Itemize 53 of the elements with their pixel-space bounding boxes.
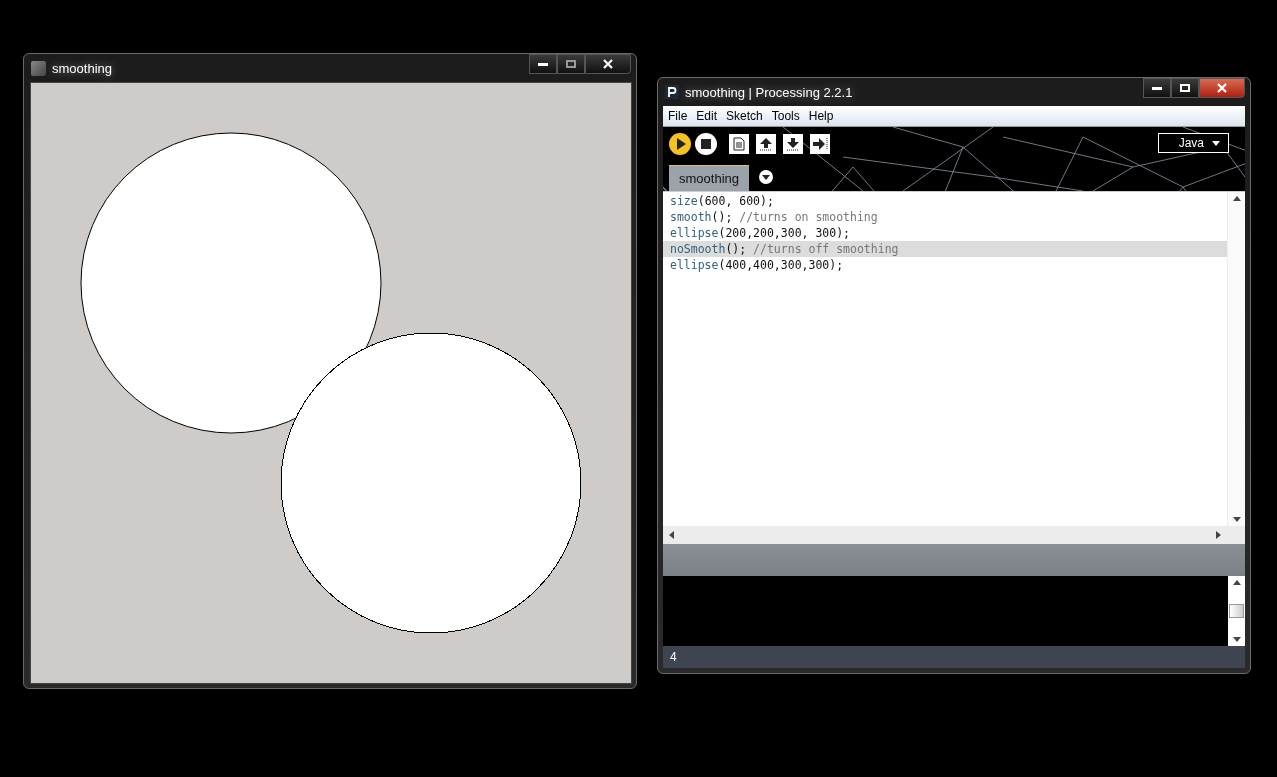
console-scrollbar[interactable] xyxy=(1228,576,1245,646)
play-icon xyxy=(676,138,686,150)
close-icon xyxy=(1217,83,1227,93)
code-line: ellipse(200,200,300, 300); xyxy=(669,225,852,241)
maximize-button[interactable] xyxy=(1171,78,1199,98)
right-arrow-icon xyxy=(812,137,828,151)
window-title: smoothing | Processing 2.2.1 xyxy=(685,84,853,100)
menu-item[interactable]: File xyxy=(668,109,688,123)
close-icon xyxy=(603,59,613,69)
code-line: ellipse(400,400,300,300); xyxy=(669,257,845,273)
menu-item[interactable]: Tools xyxy=(771,109,800,123)
window-title: smoothing xyxy=(52,60,112,76)
minimize-button[interactable] xyxy=(529,54,557,74)
scrollbar-thumb[interactable] xyxy=(1229,604,1244,618)
window-icon xyxy=(31,60,46,76)
sketch-tab[interactable]: smoothing xyxy=(669,165,749,191)
maximize-button[interactable] xyxy=(557,54,585,74)
scroll-left-icon[interactable] xyxy=(669,531,674,539)
scroll-down-icon[interactable] xyxy=(1232,517,1241,522)
code-line: smooth(); //turns on smoothing xyxy=(669,209,879,225)
run-button[interactable] xyxy=(669,133,691,155)
up-arrow-icon xyxy=(759,137,773,151)
new-file-button[interactable] xyxy=(729,134,749,154)
export-button[interactable] xyxy=(810,134,830,154)
caret-icon xyxy=(1212,140,1220,146)
document-icon xyxy=(733,137,745,151)
maximize-icon xyxy=(1180,84,1190,92)
minimize-icon xyxy=(1152,86,1162,90)
stop-button[interactable] xyxy=(695,133,717,155)
scroll-down-icon[interactable] xyxy=(1232,637,1241,642)
horizontal-scrollbar[interactable] xyxy=(663,526,1245,544)
close-button[interactable] xyxy=(585,54,631,74)
stop-icon xyxy=(701,139,711,149)
close-button[interactable] xyxy=(1199,78,1245,98)
scroll-up-icon[interactable] xyxy=(1232,580,1241,585)
save-button[interactable] xyxy=(783,134,803,154)
scroll-up-icon[interactable] xyxy=(1232,196,1241,201)
open-button[interactable] xyxy=(756,134,776,154)
mode-dropdown[interactable]: Java xyxy=(1157,133,1229,153)
menu-item[interactable]: Edit xyxy=(696,109,718,123)
code-line: size(600, 600); xyxy=(669,193,775,209)
line-number: 4 xyxy=(670,650,677,664)
minimize-button[interactable] xyxy=(1143,78,1171,98)
tab-menu-button[interactable] xyxy=(759,170,773,184)
maximize-icon xyxy=(566,60,576,68)
scroll-right-icon[interactable] xyxy=(1216,531,1221,539)
caret-icon xyxy=(762,174,770,180)
app-logo-icon xyxy=(665,85,679,99)
menu-item[interactable]: Help xyxy=(808,109,834,123)
menu-item[interactable]: Sketch xyxy=(726,109,763,123)
minimize-icon xyxy=(538,62,548,66)
vertical-scrollbar[interactable] xyxy=(1227,192,1245,526)
down-arrow-icon xyxy=(786,137,800,151)
